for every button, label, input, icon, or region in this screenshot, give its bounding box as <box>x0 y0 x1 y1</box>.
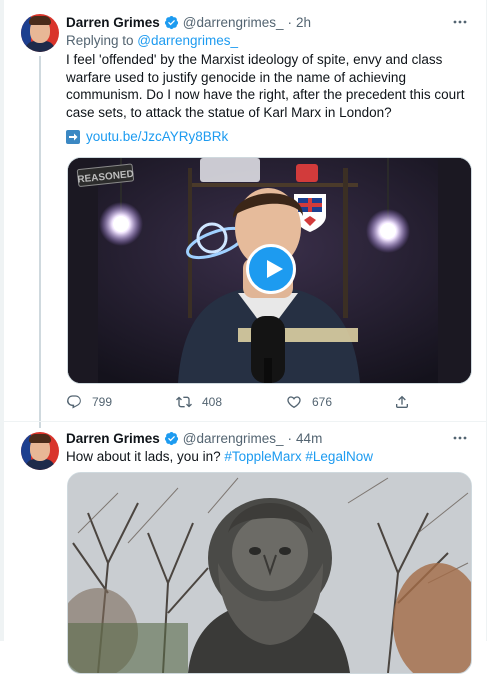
like-count: 676 <box>312 395 333 409</box>
like-icon <box>287 396 301 409</box>
retweet-button[interactable]: 408 <box>176 394 222 410</box>
author-name[interactable]: Darren Grimes <box>66 15 160 30</box>
thread-connector <box>39 56 41 428</box>
tweet-header: Darren Grimes @darrengrimes_ · 2h <box>66 12 311 32</box>
more-options-icon <box>453 20 467 24</box>
play-button[interactable] <box>246 244 296 294</box>
tweet-2[interactable]: Darren Grimes @darrengrimes_ · 44m How a… <box>4 422 486 674</box>
like-button[interactable]: 676 <box>286 394 332 410</box>
video-link-text[interactable]: youtu.be/JzcAYRy8BRk <box>86 129 228 144</box>
share-icon <box>396 395 408 408</box>
verified-badge-icon <box>164 15 178 29</box>
author-handle[interactable]: @darrengrimes_ <box>183 15 284 30</box>
tweet-text: How about it lads, you in? #ToppleMarx #… <box>66 449 373 464</box>
retweet-count: 408 <box>202 395 223 409</box>
reply-count: 799 <box>92 395 113 409</box>
timestamp[interactable]: 2h <box>296 15 311 30</box>
replying-to: Replying to @darrengrimes_ <box>66 33 239 48</box>
more-options-icon <box>453 436 467 440</box>
author-handle[interactable]: @darrengrimes_ <box>183 431 284 446</box>
timeline-right-border <box>486 0 487 641</box>
tweet-header: Darren Grimes @darrengrimes_ · 44m <box>66 428 322 448</box>
play-icon <box>267 260 283 278</box>
video-link[interactable]: youtu.be/JzcAYRy8BRk <box>66 129 228 144</box>
timestamp[interactable]: 44m <box>296 431 322 446</box>
hashtag-link[interactable]: #ToppleMarx <box>224 449 301 464</box>
share-button[interactable] <box>394 394 420 410</box>
avatar[interactable] <box>21 432 59 470</box>
retweet-icon <box>176 396 192 408</box>
separator-dot: · <box>287 430 293 446</box>
more-options-button[interactable] <box>452 430 468 446</box>
separator-dot: · <box>287 14 293 30</box>
verified-badge-icon <box>164 431 178 445</box>
reply-icon <box>66 395 81 409</box>
video-player[interactable]: REASONED <box>67 157 472 384</box>
reply-button[interactable]: 799 <box>66 394 112 410</box>
hashtag-link[interactable]: #LegalNow <box>305 449 373 464</box>
more-options-button[interactable] <box>452 14 468 30</box>
arrow-right-icon <box>66 129 80 144</box>
tweet-1[interactable]: Darren Grimes @darrengrimes_ · 2h Replyi… <box>4 0 486 428</box>
tweet-photo[interactable] <box>67 472 472 674</box>
reply-mention-link[interactable]: @darrengrimes_ <box>137 33 238 48</box>
photo-image <box>68 473 471 673</box>
tweet-actions: 799 408 676 <box>66 394 426 414</box>
avatar[interactable] <box>21 14 59 52</box>
tweet-text: I feel 'offended' by the Marxist ideolog… <box>66 52 465 120</box>
author-name[interactable]: Darren Grimes <box>66 431 160 446</box>
